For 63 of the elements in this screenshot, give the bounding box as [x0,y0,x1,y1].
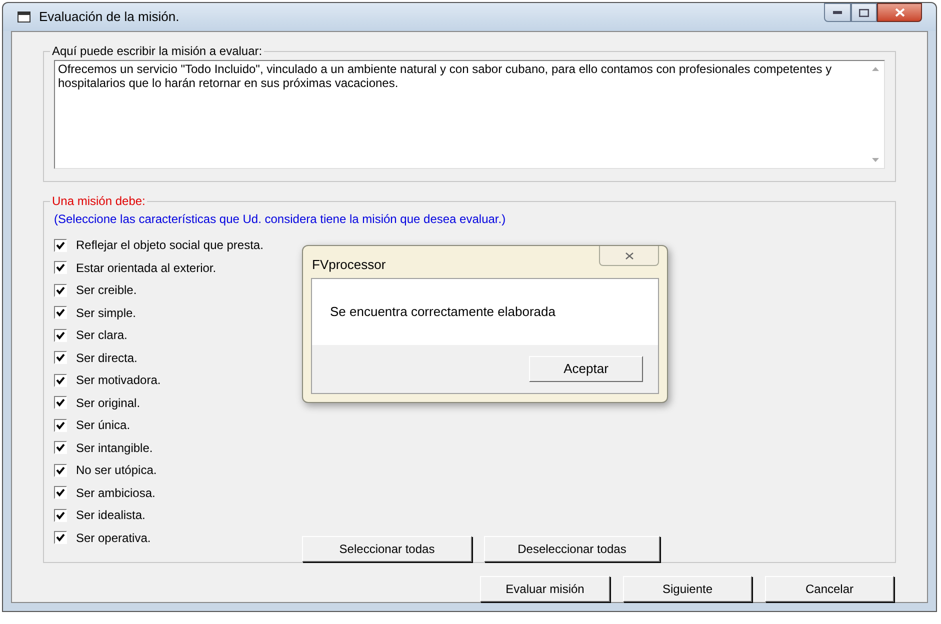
maximize-button[interactable] [851,3,877,22]
checkbox-label: Ser operativa. [76,530,151,547]
cancel-button[interactable]: Cancelar [765,576,894,602]
checkbox-label: Ser clara. [76,327,128,344]
checkbox[interactable] [54,261,67,274]
maximize-icon [859,8,869,16]
checkbox[interactable] [54,418,67,432]
checkbox[interactable] [54,396,67,410]
checkbox[interactable] [54,351,67,364]
evaluate-button[interactable]: Evaluar misión [480,576,610,602]
checkbox-label: Estar orientada al exterior. [76,260,216,277]
check-icon [56,330,65,340]
checkbox[interactable] [54,238,67,252]
checkbox-label: Ser original. [76,394,140,412]
checkbox[interactable] [54,328,67,342]
accept-button[interactable]: Aceptar [529,356,643,382]
check-icon [56,420,65,430]
check-icon [56,263,65,272]
close-icon [894,8,904,17]
close-icon [624,252,634,260]
check-icon [56,466,65,475]
checkbox[interactable] [54,441,67,454]
check-icon [56,376,65,385]
checkbox-label: Reflejar el objeto social que presta. [76,237,264,254]
checkbox-label: Ser intangible. [76,440,153,457]
checkbox[interactable] [54,508,67,522]
check-icon [56,443,65,452]
check-icon [56,286,65,295]
check-icon [56,398,65,408]
checkbox-label: No ser utópica. [76,462,157,480]
check-icon [56,308,65,318]
checkbox[interactable] [54,464,67,477]
group-label: Una misión debe: [51,193,146,210]
checkbox[interactable] [54,306,67,320]
check-icon [56,240,65,250]
window-title: Evaluación de la misión. [39,8,180,26]
instructions-text: (Seleccione las características que Ud. considera tiene la misión que desea evaluar.) [54,211,507,228]
checkbox[interactable] [54,486,67,500]
checkbox-label: Ser motivadora. [76,372,161,390]
deselect-all-button[interactable]: Deseleccionar todas [484,536,660,562]
checkbox[interactable] [54,531,67,544]
checkbox-label: Ser ambiciosa. [76,484,156,502]
checkbox-label: Ser creible. [76,282,137,300]
dialog-message: Se encuentra correctamente elaborada [330,303,556,322]
minimize-icon [833,11,842,14]
check-icon [56,353,65,362]
group-label: Aquí puede escribir la misión a evaluar: [51,43,264,60]
next-button[interactable]: Siguiente [623,576,752,602]
check-icon [56,533,65,542]
window-icon [17,11,31,23]
checkbox[interactable] [54,284,67,297]
close-button[interactable] [877,3,922,22]
dialog-title: FVprocessor [312,256,386,274]
check-icon [56,488,65,498]
check-icon [56,510,65,520]
checkbox-label: Ser única. [76,417,130,434]
mission-text: Ofrecemos un servicio "Todo Incluido", vinculado a un ambiente natural y con sabor cubano, para ello contamos con profesionales competentes y hospitalarios que lo harán retornar en sus próximas vacaciones. [57,61,833,92]
checkbox-label: Ser idealista. [76,507,146,524]
select-all-button[interactable]: Seleccionar todas [302,536,472,562]
checkbox-label: Ser simple. [76,304,136,322]
minimize-button[interactable] [824,3,851,22]
checkbox-label: Ser directa. [76,350,138,367]
checkbox[interactable] [54,374,67,387]
